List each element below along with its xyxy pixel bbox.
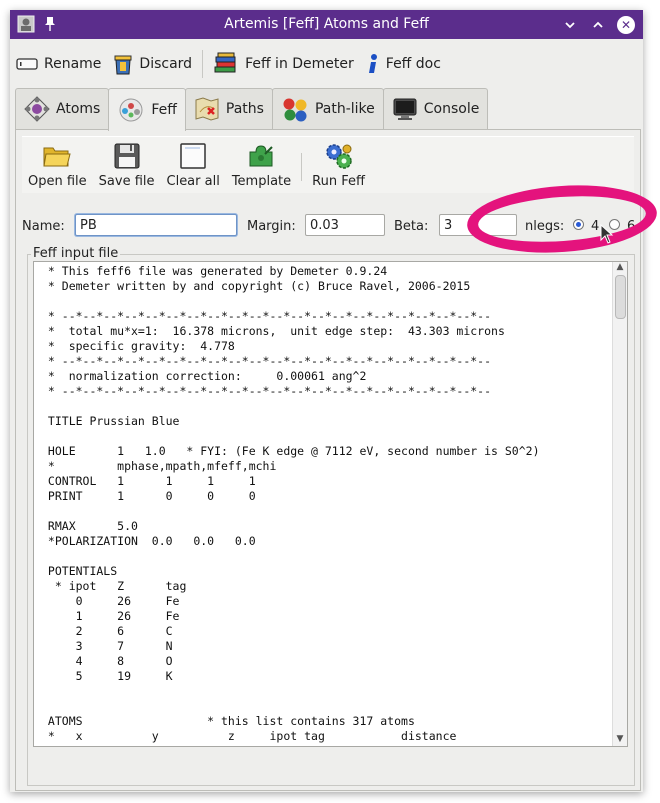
toolbar-separator [202,50,204,78]
books-icon [214,52,236,73]
title-bar: Artemis [Feff] Atoms and Feff ✕ [10,10,643,39]
save-file-label: Save file [98,174,155,189]
path-like-icon [283,98,307,122]
mouse-cursor-icon [600,224,614,244]
scroll-thumb[interactable] [615,275,626,319]
window-title: Artemis [Feff] Atoms and Feff [224,16,429,32]
scroll-up-icon[interactable]: ▲ [613,262,627,274]
tab-atoms[interactable]: Atoms [15,88,110,129]
tab-feff[interactable]: Feff [108,88,186,131]
tab-atoms-label: Atoms [56,101,101,117]
template-label: Template [231,174,292,189]
floppy-icon [114,143,140,169]
tab-feff-label: Feff [151,102,177,118]
feff-icon [119,98,143,122]
clear-icon [180,143,206,169]
run-feff-label: Run Feff [312,174,365,189]
maximize-icon[interactable] [589,16,607,34]
open-file-label: Open file [28,174,87,189]
feff-in-demeter-button[interactable]: Feff in Demeter [207,47,360,81]
discard-button[interactable]: Discard [107,47,198,81]
discard-label: Discard [139,56,193,72]
trash-icon [114,55,132,75]
close-icon[interactable]: ✕ [617,16,635,34]
beta-label: Beta: [394,219,429,234]
tab-console[interactable]: Console [382,88,489,129]
feff-toolbar: Open file Save file Clear all Template R… [22,136,634,193]
toolbar-separator [301,153,303,181]
scroll-down-icon[interactable]: ▼ [613,734,627,746]
feff-input-editor[interactable]: * This feff6 file was generated by Demet… [33,261,628,747]
paths-icon [195,97,219,121]
feff-in-demeter-label: Feff in Demeter [245,56,354,72]
name-label: Name: [22,219,65,234]
run-feff-button[interactable]: Run Feff [306,142,371,193]
open-file-button[interactable]: Open file [22,142,93,193]
tab-paths-label: Paths [225,101,264,117]
atoms-icon [24,96,50,122]
tab-bar: Atoms Feff Paths Path-like Console [15,88,489,131]
name-input[interactable]: PB [75,214,237,236]
feff-input-text[interactable]: * This feff6 file was generated by Demet… [41,264,540,744]
tab-paths[interactable]: Paths [184,88,273,129]
save-file-button[interactable]: Save file [93,142,161,193]
clear-all-button[interactable]: Clear all [161,142,226,193]
gears-icon [325,144,352,169]
puzzle-icon [249,145,274,167]
rename-label: Rename [44,56,102,72]
template-button[interactable]: Template [226,142,297,193]
feff-doc-label: Feff doc [385,56,441,72]
console-icon [393,98,417,120]
margin-input[interactable]: 0.03 [305,214,385,236]
rename-button[interactable]: Rename [10,47,107,81]
app-window: Artemis [Feff] Atoms and Feff ✕ Rename D… [10,10,643,792]
main-toolbar: Rename Discard Feff in Demeter Feff doc [10,43,643,85]
rename-icon [16,58,38,70]
tab-path-like-label: Path-like [314,101,375,117]
tab-console-label: Console [423,101,480,117]
info-icon [368,54,377,73]
minimize-icon[interactable] [561,16,579,34]
margin-label: Margin: [247,219,296,234]
feff-doc-button[interactable]: Feff doc [360,47,447,81]
input-file-label: Feff input file [31,246,121,261]
folder-icon [43,147,71,167]
clear-all-label: Clear all [166,174,220,189]
tab-path-like[interactable]: Path-like [271,88,384,129]
editor-scrollbar[interactable]: ▲ ▼ [612,262,627,746]
